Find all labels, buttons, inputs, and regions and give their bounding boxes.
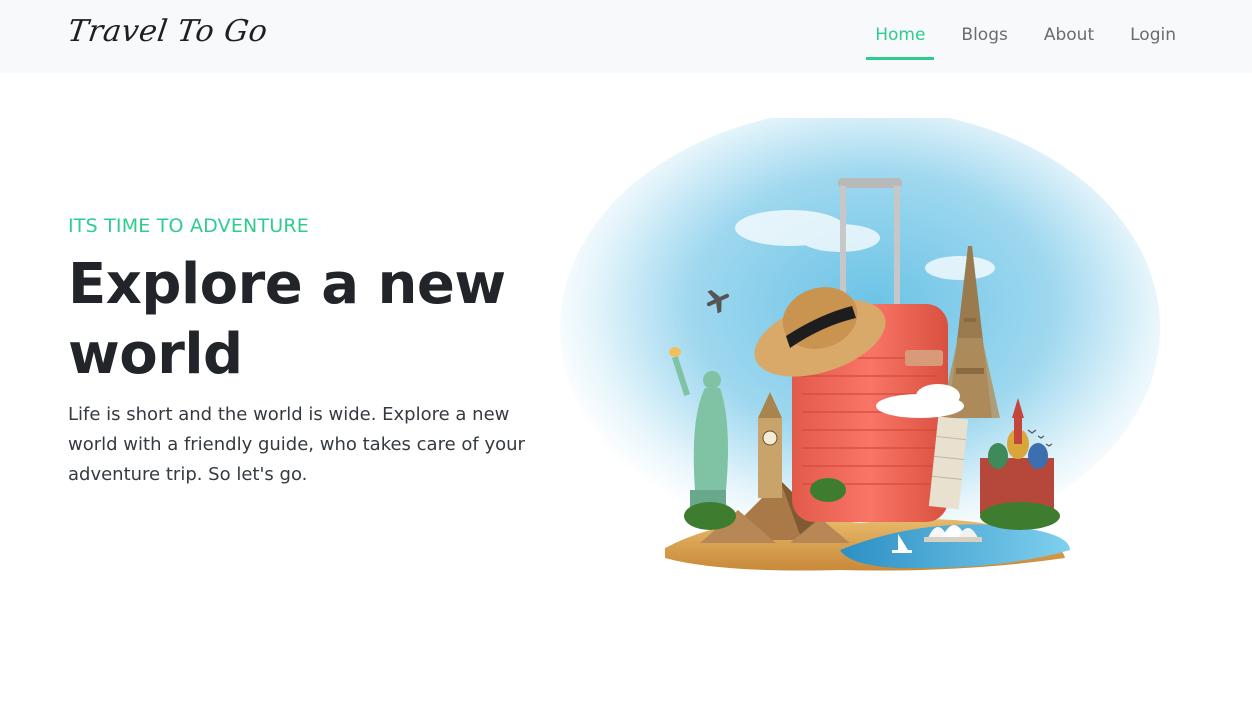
nav-link-about[interactable]: About: [1026, 0, 1112, 73]
hero-eyebrow: ITS TIME TO ADVENTURE: [68, 215, 309, 237]
nav-link-login[interactable]: Login: [1112, 0, 1194, 73]
nav-link-blogs[interactable]: Blogs: [943, 0, 1025, 73]
hero-description: Life is short and the world is wide. Exp…: [68, 404, 525, 485]
nav-links: Home Blogs About Login: [857, 0, 1194, 73]
travel-collage-image: [560, 108, 1160, 571]
brand-logo[interactable]: Travel To Go: [66, 14, 270, 49]
hero-headline: Explore a new world: [68, 250, 538, 390]
hero-headline-line2: world: [68, 322, 243, 387]
hero-text: ITS TIME TO ADVENTURE Explore a new worl…: [68, 212, 538, 490]
hero-illustration: [540, 108, 1170, 578]
navbar: Travel To Go Home Blogs About Login: [0, 0, 1252, 73]
nav-link-home[interactable]: Home: [857, 0, 943, 73]
hero-headline-line1: Explore a new: [68, 252, 506, 317]
